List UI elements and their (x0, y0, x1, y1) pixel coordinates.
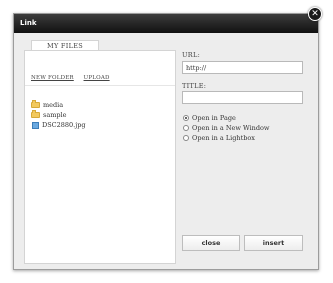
files-panel: NEW FOLDER UPLOAD media sample DSC2880.j… (24, 50, 176, 264)
radio-open-lightbox[interactable]: Open in a Lightbox (183, 134, 255, 142)
radio-open-in-page[interactable]: Open in Page (183, 114, 236, 122)
list-item[interactable]: sample (31, 110, 86, 120)
dialog-titlebar[interactable]: Link (14, 14, 318, 33)
title-input[interactable] (182, 91, 303, 104)
radio-button[interactable] (183, 115, 189, 121)
insert-button[interactable]: insert (244, 235, 303, 251)
close-button[interactable]: close (182, 235, 240, 251)
close-icon[interactable]: ✕ (308, 7, 322, 21)
radio-button[interactable] (183, 125, 189, 131)
panel-divider (25, 85, 175, 86)
file-name: DSC2880.jpg (42, 121, 86, 129)
folder-icon (31, 100, 40, 108)
file-actions: NEW FOLDER UPLOAD (31, 75, 118, 81)
url-label: URL: (182, 51, 201, 59)
list-item[interactable]: DSC2880.jpg (31, 120, 86, 130)
list-item[interactable]: media (31, 100, 86, 110)
folder-icon (31, 110, 40, 118)
upload-link[interactable]: UPLOAD (84, 75, 110, 81)
link-dialog: Link MY FILES NEW FOLDER UPLOAD media sa… (13, 13, 319, 270)
image-icon (32, 121, 39, 129)
radio-label: Open in Page (192, 114, 236, 122)
radio-label: Open in a New Window (192, 124, 270, 132)
dialog-title: Link (20, 19, 37, 27)
radio-button[interactable] (183, 135, 189, 141)
file-name: media (43, 101, 64, 109)
title-label: TITLE: (182, 82, 207, 90)
radio-open-new-window[interactable]: Open in a New Window (183, 124, 270, 132)
radio-label: Open in a Lightbox (192, 134, 255, 142)
file-name: sample (43, 111, 67, 119)
new-folder-link[interactable]: NEW FOLDER (31, 75, 74, 81)
url-input[interactable] (182, 61, 303, 74)
file-list: media sample DSC2880.jpg (31, 100, 86, 130)
